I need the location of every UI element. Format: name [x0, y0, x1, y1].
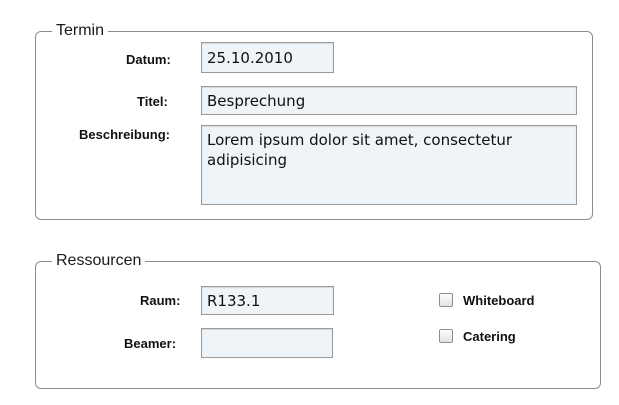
raum-input[interactable]: [201, 286, 334, 315]
catering-checkbox[interactable]: [439, 329, 453, 343]
titel-input[interactable]: [201, 86, 577, 115]
raum-label: Raum:: [140, 293, 181, 308]
ressourcen-group: Ressourcen Raum: Beamer: Whiteboard Cate…: [35, 251, 601, 389]
beamer-input[interactable]: [201, 328, 333, 358]
form-page: Termin Datum: Titel: Beschreibung: Lorem…: [0, 0, 619, 405]
whiteboard-label[interactable]: Whiteboard: [463, 293, 535, 309]
titel-label: Titel:: [137, 94, 168, 109]
termin-group: Termin Datum: Titel: Beschreibung: Lorem…: [35, 21, 593, 220]
beschreibung-textarea[interactable]: Lorem ipsum dolor sit amet, consectetur …: [201, 125, 577, 205]
whiteboard-checkbox[interactable]: [439, 293, 453, 307]
beschreibung-label: Beschreibung:: [79, 127, 171, 142]
datum-input[interactable]: [201, 42, 334, 73]
termin-legend: Termin: [52, 21, 109, 41]
catering-label[interactable]: Catering: [463, 329, 516, 345]
beamer-label: Beamer:: [124, 336, 177, 351]
datum-label: Datum:: [126, 52, 171, 67]
ressourcen-legend: Ressourcen: [52, 251, 146, 271]
